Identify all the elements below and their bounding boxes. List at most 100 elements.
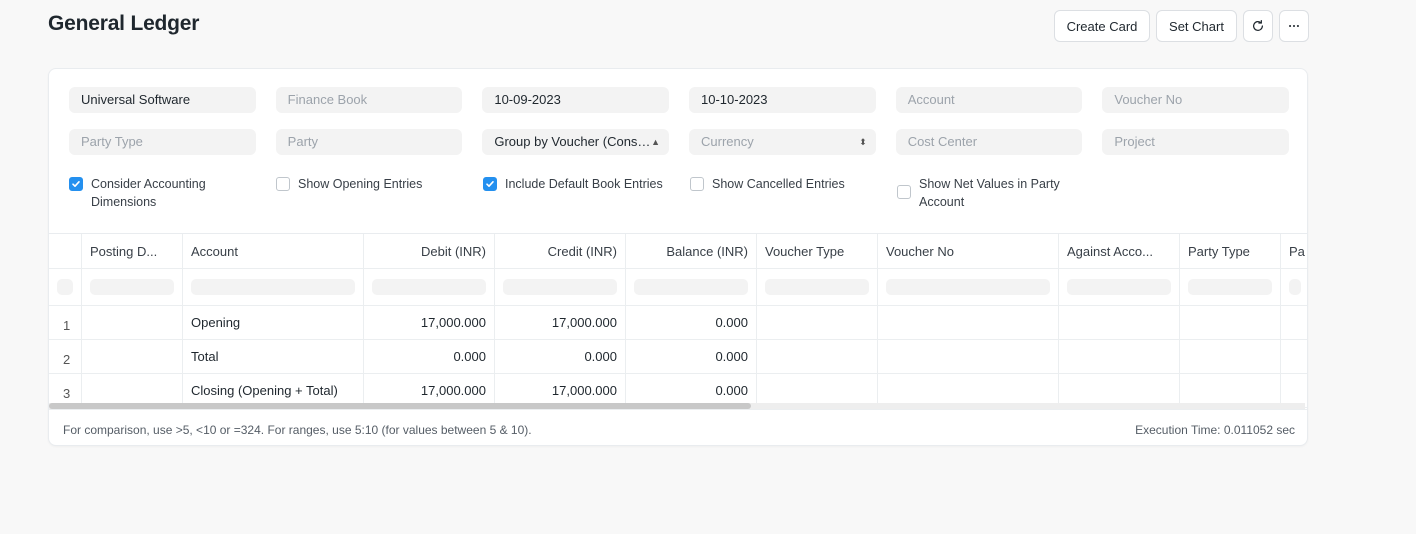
column-header[interactable]: Debit (INR) bbox=[364, 234, 495, 268]
filter-placeholder bbox=[634, 279, 748, 295]
check-default-book-entries[interactable]: Include Default Book Entries bbox=[483, 175, 683, 193]
ledger-table: Posting D... Account Debit (INR) Credit … bbox=[49, 233, 1307, 408]
checkbox-empty-icon[interactable] bbox=[897, 185, 911, 199]
table-row[interactable]: 2 Total 0.000 0.000 0.000 bbox=[49, 340, 1307, 374]
finance-book-field[interactable]: Finance Book bbox=[275, 87, 463, 113]
row-filter-cell bbox=[49, 269, 82, 305]
party-field[interactable]: Party bbox=[275, 129, 463, 155]
balance-cell[interactable]: 0.000 bbox=[626, 306, 757, 339]
column-header[interactable]: Credit (INR) bbox=[495, 234, 626, 268]
page-actions: Create Card Set Chart bbox=[1054, 10, 1309, 42]
currency-value: Currency bbox=[701, 134, 754, 149]
column-filter-input[interactable] bbox=[183, 269, 364, 305]
filter-hint: For comparison, use >5, <10 or =324. For… bbox=[63, 423, 532, 437]
column-filter-input[interactable] bbox=[364, 269, 495, 305]
create-card-button[interactable]: Create Card bbox=[1054, 10, 1150, 42]
currency-select[interactable]: Currency ⬍ bbox=[689, 129, 876, 155]
row-number: 2 bbox=[49, 340, 82, 373]
more-options-button[interactable] bbox=[1279, 10, 1309, 42]
against-account-cell[interactable] bbox=[1059, 340, 1180, 373]
column-filter-input[interactable] bbox=[1180, 269, 1281, 305]
column-header[interactable]: Posting D... bbox=[82, 234, 183, 268]
group-by-value: Group by Voucher (Cons… bbox=[494, 134, 651, 149]
column-header[interactable]: Party Type bbox=[1180, 234, 1281, 268]
cost-center-field[interactable]: Cost Center bbox=[895, 129, 1083, 155]
project-field[interactable]: Project bbox=[1102, 129, 1290, 155]
party-cell[interactable] bbox=[1281, 306, 1307, 339]
party-cell[interactable] bbox=[1281, 340, 1307, 373]
table-row[interactable]: 1 Opening 17,000.000 17,000.000 0.000 bbox=[49, 306, 1307, 340]
set-chart-button[interactable]: Set Chart bbox=[1156, 10, 1237, 42]
checkbox-empty-icon[interactable] bbox=[276, 177, 290, 191]
party-type-cell[interactable] bbox=[1180, 340, 1281, 373]
check-label: Show Net Values in Party Account bbox=[919, 177, 1060, 209]
party-type-field[interactable]: Party Type bbox=[69, 129, 256, 155]
checkbox-empty-icon[interactable] bbox=[690, 177, 704, 191]
to-date-field[interactable]: 10-10-2023 bbox=[689, 87, 876, 113]
column-filter-input[interactable] bbox=[495, 269, 626, 305]
filter-row-2: Party Type Party Group by Voucher (Cons…… bbox=[69, 129, 1290, 155]
filter-placeholder bbox=[191, 279, 355, 295]
voucher-type-cell[interactable] bbox=[757, 340, 878, 373]
filter-placeholder bbox=[1289, 279, 1301, 295]
party-type-cell[interactable] bbox=[1180, 306, 1281, 339]
column-header[interactable]: Account bbox=[183, 234, 364, 268]
filter-placeholder bbox=[57, 279, 73, 295]
column-filter-input[interactable] bbox=[878, 269, 1059, 305]
select-arrows-icon: ▲ bbox=[651, 137, 660, 147]
refresh-button[interactable] bbox=[1243, 10, 1273, 42]
voucher-type-cell[interactable] bbox=[757, 306, 878, 339]
more-icon bbox=[1289, 24, 1299, 28]
filter-row-1: Universal Software Finance Book 10-09-20… bbox=[69, 87, 1290, 113]
checkbox-area: Consider Accounting Dimensions Show Open… bbox=[69, 175, 1289, 215]
column-header[interactable]: Voucher Type bbox=[757, 234, 878, 268]
check-label: Show Cancelled Entries bbox=[712, 177, 845, 191]
credit-cell[interactable]: 0.000 bbox=[495, 340, 626, 373]
filter-placeholder bbox=[1188, 279, 1272, 295]
account-field[interactable]: Account bbox=[895, 87, 1083, 113]
credit-cell[interactable]: 17,000.000 bbox=[495, 306, 626, 339]
posting-date-cell[interactable] bbox=[82, 340, 183, 373]
posting-date-cell[interactable] bbox=[82, 306, 183, 339]
voucher-no-cell[interactable] bbox=[878, 306, 1059, 339]
column-filter-input[interactable] bbox=[1281, 269, 1307, 305]
from-date-field[interactable]: 10-09-2023 bbox=[482, 87, 670, 113]
column-header[interactable]: Pa bbox=[1281, 234, 1307, 268]
column-header[interactable]: Against Acco... bbox=[1059, 234, 1180, 268]
against-account-cell[interactable] bbox=[1059, 306, 1180, 339]
check-accounting-dimensions[interactable]: Consider Accounting Dimensions bbox=[69, 175, 256, 211]
row-number: 1 bbox=[49, 306, 82, 339]
debit-cell[interactable]: 17,000.000 bbox=[364, 306, 495, 339]
filter-placeholder bbox=[503, 279, 617, 295]
group-by-select[interactable]: Group by Voucher (Cons… ▲ bbox=[482, 129, 670, 155]
company-field[interactable]: Universal Software bbox=[69, 87, 256, 113]
account-cell[interactable]: Total bbox=[183, 340, 364, 373]
check-net-values[interactable]: Show Net Values in Party Account bbox=[897, 175, 1087, 211]
table-header: Posting D... Account Debit (INR) Credit … bbox=[49, 234, 1307, 269]
table-filter-row bbox=[49, 269, 1307, 306]
check-label: Include Default Book Entries bbox=[505, 177, 663, 191]
voucher-no-field[interactable]: Voucher No bbox=[1102, 87, 1290, 113]
checkbox-checked-icon[interactable] bbox=[69, 177, 83, 191]
check-label: Show Opening Entries bbox=[298, 177, 423, 191]
column-header[interactable]: Voucher No bbox=[878, 234, 1059, 268]
column-filter-input[interactable] bbox=[1059, 269, 1180, 305]
column-filter-input[interactable] bbox=[757, 269, 878, 305]
column-header[interactable]: Balance (INR) bbox=[626, 234, 757, 268]
filter-placeholder bbox=[886, 279, 1050, 295]
filter-placeholder bbox=[1067, 279, 1171, 295]
column-filter-input[interactable] bbox=[626, 269, 757, 305]
check-label: Consider Accounting Dimensions bbox=[91, 177, 206, 209]
column-filter-input[interactable] bbox=[82, 269, 183, 305]
checkbox-checked-icon[interactable] bbox=[483, 177, 497, 191]
check-opening-entries[interactable]: Show Opening Entries bbox=[276, 175, 463, 193]
report-card: Universal Software Finance Book 10-09-20… bbox=[48, 68, 1308, 446]
account-cell[interactable]: Opening bbox=[183, 306, 364, 339]
balance-cell[interactable]: 0.000 bbox=[626, 340, 757, 373]
voucher-no-cell[interactable] bbox=[878, 340, 1059, 373]
check-cancelled-entries[interactable]: Show Cancelled Entries bbox=[690, 175, 877, 193]
filter-placeholder bbox=[765, 279, 869, 295]
filter-area: Universal Software Finance Book 10-09-20… bbox=[69, 87, 1290, 171]
debit-cell[interactable]: 0.000 bbox=[364, 340, 495, 373]
execution-time: Execution Time: 0.011052 sec bbox=[1135, 423, 1295, 437]
